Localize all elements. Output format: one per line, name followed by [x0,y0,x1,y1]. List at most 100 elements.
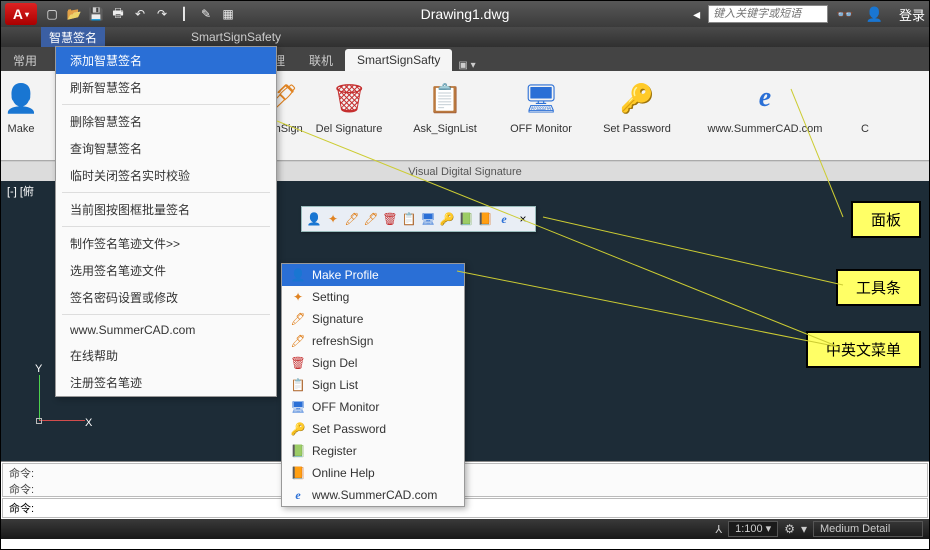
command-area: 命令: 命令: 命令: [1,461,929,519]
menu2-item[interactable]: 📙Online Help [282,462,464,484]
status-scale[interactable]: 1:100 ▾ [728,521,778,537]
ribbon-del-signature[interactable]: 🗑Del Signature [301,71,397,160]
new-icon[interactable]: ▢ [43,5,61,23]
ie-icon: e [744,77,786,119]
toolbar-btn-4[interactable]: 🗑 [381,210,399,228]
menu1-item[interactable]: 当前图按图框批量签名 [56,196,276,223]
menu1-item[interactable]: 注册签名笔迹 [56,369,276,396]
menu-bar: 智慧签名 SmartSignSafety [1,27,929,47]
toolbar-btn-3[interactable]: 🖊 [362,210,380,228]
menu2-item[interactable]: 📋 Sign List [282,374,464,396]
monitor-icon: 🖥 [520,77,562,119]
ribbon-off-monitor[interactable]: 🖥OFF Monitor [493,71,589,160]
command-prompt: 命令: [3,500,40,516]
separator [62,104,270,105]
command-line[interactable]: 命令: [2,498,928,518]
menu2-item[interactable]: 🖊 refreshSign [282,330,464,352]
ribbon-website[interactable]: ewww.SummerCAD.com [685,71,845,160]
toolbar-btn-11[interactable]: × [514,210,532,228]
binoculars-icon[interactable]: 👓 [836,6,853,23]
menu2-item[interactable]: 🗑 Sign Del [282,352,464,374]
toolbar-btn-1[interactable]: ✦ [324,210,342,228]
toolbar-btn-7[interactable]: 🔑 [438,210,456,228]
gear-icon[interactable]: ⚙ [784,522,795,536]
menu2-item[interactable]: ✦Setting [282,286,464,308]
menu-label: Set Password [312,422,386,436]
menu1-item[interactable]: 选用签名笔迹文件 [56,257,276,284]
status-bar: ⅄ 1:100 ▾ ⚙ ▾ Medium Detail [1,519,929,539]
menu-label: refreshSign [312,334,373,348]
login-link[interactable]: 登录 [899,5,925,24]
menu2-item[interactable]: 👤Make Profile [282,264,464,286]
menu-icon: 📋 [290,377,306,393]
toolbar-btn-9[interactable]: 📙 [476,210,494,228]
undo-icon[interactable]: ↶ [131,5,149,23]
tab-smartsign[interactable]: SmartSignSafty [345,49,452,71]
search-arrow-icon: ◂ [693,6,700,23]
menu1-item[interactable]: 查询智慧签名 [56,135,276,162]
ribbon-make-profile[interactable]: 👤Make [1,71,41,160]
menu1-item[interactable]: 删除智慧签名 [56,108,276,135]
menu2-item[interactable]: 🖥 OFF Monitor [282,396,464,418]
menu-label: Signature [312,312,363,326]
context-menu-en: 👤Make Profile✦Setting🖊Signature 🖊 refreshS… [281,263,465,507]
ribbon-extra[interactable]: C [845,71,885,160]
menu-label: OFF Monitor [312,400,379,414]
cloud-icon[interactable]: ✎ [197,5,215,23]
menu-icon: 🔑 [290,421,306,437]
ribbon-set-password[interactable]: 🔑Set Password [589,71,685,160]
status-person-icon[interactable]: ⅄ [715,523,722,536]
sep-icon: ┃ [175,5,193,23]
chevron-down-icon[interactable]: ▾ [801,522,807,536]
search-input[interactable] [708,5,828,23]
toolbar-btn-5[interactable]: 📋 [400,210,418,228]
user-icon[interactable]: 👤 [866,6,883,23]
menu2-item[interactable]: ewww.SummerCAD.com [282,484,464,506]
menu2-item[interactable]: 🖊Signature [282,308,464,330]
menu-label: www.SummerCAD.com [312,488,437,502]
sheet-icon[interactable]: ▦ [219,5,237,23]
toolbar-btn-2[interactable]: 🖊 [343,210,361,228]
app-menu-button[interactable]: A [5,3,37,25]
menu2-item[interactable]: 🔑 Set Password [282,418,464,440]
menu1-item[interactable]: 临时关闭签名实时校验 [56,162,276,189]
menu-smartsign[interactable]: 智慧签名 [41,27,105,47]
menu-label: Sign List [312,378,358,392]
list-icon: 📋 [424,77,466,119]
menu-icon: 📙 [290,465,306,481]
tab-extras-icon[interactable]: ▣ ▾ [458,60,475,71]
menu-icon: 🗑 [290,355,306,371]
open-icon[interactable]: 📂 [65,5,83,23]
redo-icon[interactable]: ↷ [153,5,171,23]
toolbar-btn-6[interactable]: 🖥 [419,210,437,228]
separator [62,314,270,315]
menu1-item[interactable]: 签名密码设置或修改 [56,284,276,311]
window-title: Drawing1.dwg [421,6,510,22]
tab-online[interactable]: 联机 [297,49,345,71]
menu-label: Make Profile [312,268,379,282]
menu1-item[interactable]: 添加智慧签名 [56,47,276,74]
menu-icon: 🖥 [290,399,306,415]
menu1-item[interactable]: 在线帮助 [56,342,276,369]
print-icon[interactable]: 🖶 [109,5,127,23]
menu-label: Setting [312,290,349,304]
menu-icon: 🖊 [290,333,306,349]
ribbon-ask-signlist[interactable]: 📋Ask_SignList [397,71,493,160]
command-input[interactable] [40,501,927,515]
menu1-item[interactable]: 刷新智慧签名 [56,74,276,101]
menu1-item[interactable]: 制作签名笔迹文件>> [56,230,276,257]
separator [62,192,270,193]
status-detail[interactable]: Medium Detail [813,521,923,537]
tab-common[interactable]: 常用 [1,49,49,71]
quick-access-toolbar: A ▢ 📂 💾 🖶 ↶ ↷ ┃ ✎ ▦ Drawing1.dwg ◂ 👓 👤 登… [1,1,929,27]
toolbar-btn-8[interactable]: 📗 [457,210,475,228]
annot-toolbar: 工具条 [836,269,921,306]
toolbar-btn-10[interactable]: e [495,210,513,228]
save-icon[interactable]: 💾 [87,5,105,23]
key-icon: 🔑 [616,77,658,119]
toolbar-btn-0[interactable]: 👤 [305,210,323,228]
menu-label: Sign Del [312,356,357,370]
menu2-item[interactable]: 📗Register [282,440,464,462]
floating-toolbar[interactable]: 👤✦🖊🖊🗑📋🖥🔑📗📙e× [301,206,536,232]
menu1-item[interactable]: www.SummerCAD.com [56,318,276,342]
